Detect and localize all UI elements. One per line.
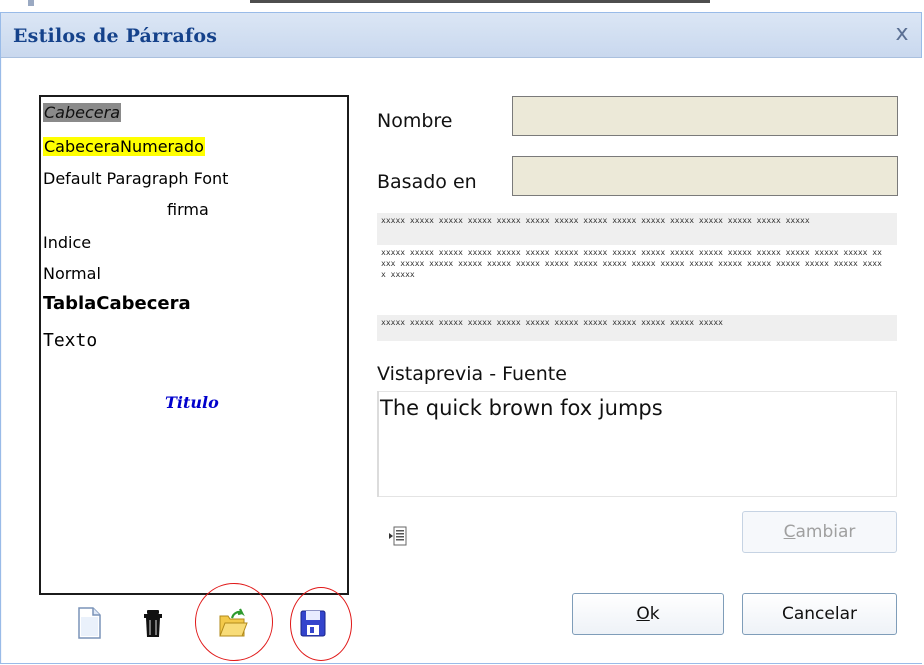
style-item-cabecera-numerado[interactable]: CabeceraNumerado	[43, 137, 205, 156]
preview-left-edge	[377, 391, 379, 497]
name-field[interactable]	[512, 96, 898, 136]
style-list[interactable]: Cabecera CabeceraNumerado Default Paragr…	[39, 95, 349, 595]
style-item-tabla-cabecera[interactable]: TablaCabecera	[43, 293, 191, 314]
top-strip	[0, 0, 924, 12]
style-item-default-paragraph-font[interactable]: Default Paragraph Font	[43, 169, 228, 188]
ok-button[interactable]: Ok	[572, 593, 724, 635]
new-document-icon[interactable]	[74, 606, 104, 640]
dialog-title: Estilos de Párrafos	[13, 25, 218, 47]
style-item-texto[interactable]: Texto	[43, 330, 97, 351]
font-preview-text: The quick brown fox jumps	[380, 396, 663, 420]
cancel-button[interactable]: Cancelar	[742, 593, 897, 635]
style-item-firma[interactable]: firma	[167, 200, 209, 219]
change-button[interactable]: Cambiar	[742, 511, 897, 553]
font-preview-box: The quick brown fox jumps	[377, 391, 897, 497]
based-on-field[interactable]	[512, 156, 898, 196]
trash-icon[interactable]	[138, 606, 168, 640]
dialog-titlebar: Estilos de Párrafos x	[1, 13, 921, 58]
sample-text-current: xxxxx xxxxx xxxxx xxxxx xxxxx xxxxx xxxx…	[381, 248, 882, 279]
paragraph-styles-dialog: Estilos de Párrafos x Cabecera CabeceraN…	[0, 12, 922, 664]
ok-label-rest: k	[649, 604, 660, 624]
close-button[interactable]: x	[891, 23, 913, 45]
style-item-normal[interactable]: Normal	[43, 264, 101, 283]
paragraph-sample-preview: xxxxx xxxxx xxxxx xxxxx xxxxx xxxxx xxxx…	[377, 213, 897, 341]
tab-marker	[28, 0, 34, 6]
style-item-indice[interactable]: Indice	[43, 233, 91, 252]
change-label-rest: ambiar	[795, 522, 856, 542]
top-edge-line	[250, 0, 710, 3]
change-mnemonic: C	[783, 522, 796, 542]
name-label: Nombre	[377, 110, 453, 132]
sample-text-after: xxxxx xxxxx xxxxx xxxxx xxxxx xxxxx xxxx…	[381, 318, 723, 327]
paragraph-properties-icon[interactable]	[388, 525, 408, 547]
style-item-cabecera[interactable]: Cabecera	[43, 103, 121, 122]
sample-text-before: xxxxx xxxxx xxxxx xxxxx xxxxx xxxxx xxxx…	[381, 216, 810, 225]
based-on-label: Basado en	[377, 171, 477, 193]
style-item-titulo[interactable]: Titulo	[165, 393, 219, 412]
ok-mnemonic: O	[636, 604, 650, 624]
save-disk-icon[interactable]	[298, 606, 328, 640]
open-folder-icon[interactable]	[218, 606, 248, 640]
dialog-body: Cabecera CabeceraNumerado Default Paragr…	[1, 58, 922, 663]
font-preview-label: Vistaprevia - Fuente	[377, 363, 567, 385]
